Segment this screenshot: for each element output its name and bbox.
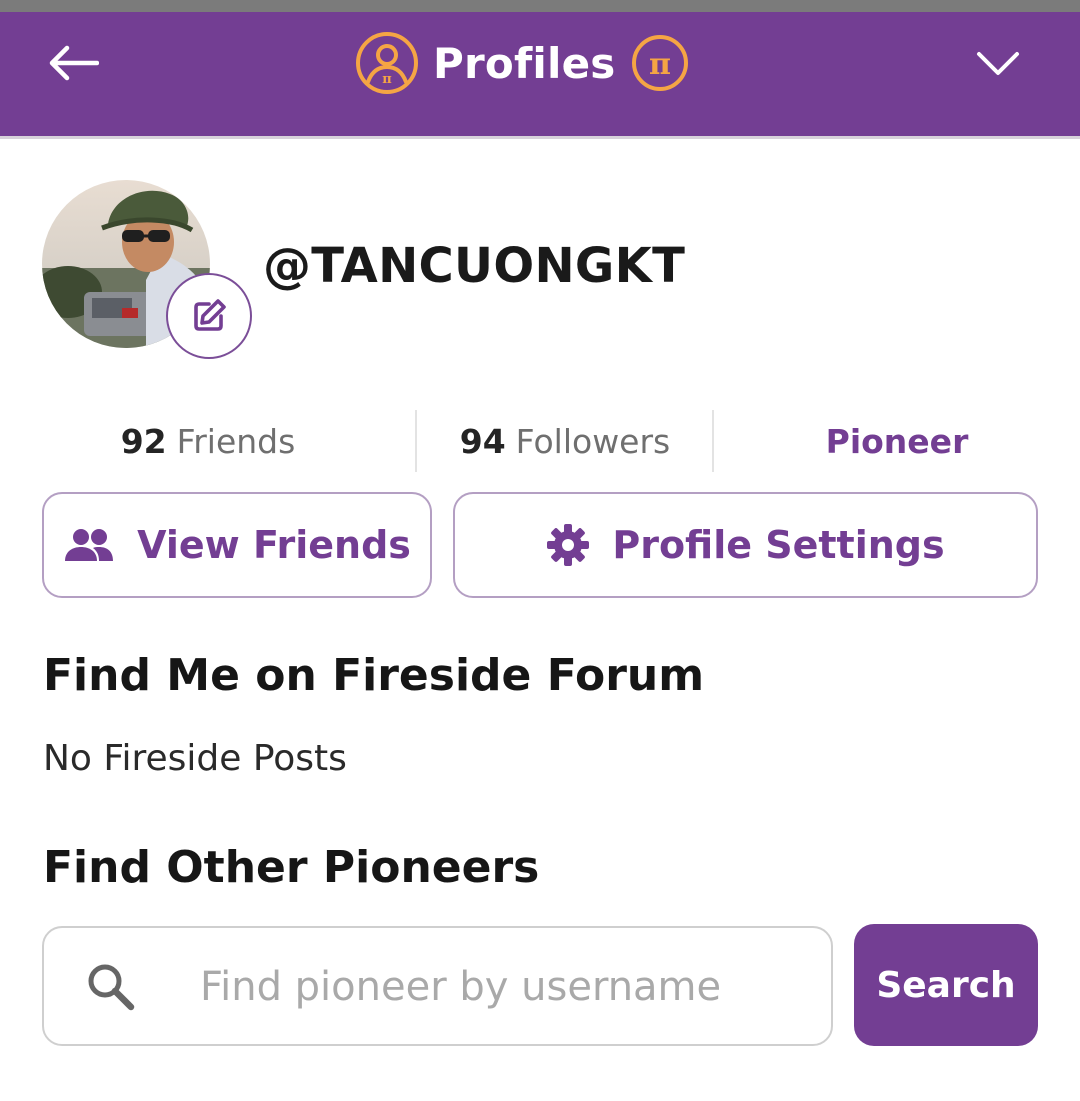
profile-settings-button[interactable]: Profile Settings: [453, 492, 1038, 598]
friends-stat[interactable]: 92 Friends: [60, 410, 356, 472]
fireside-heading: Find Me on Fireside Forum: [43, 650, 705, 701]
search-icon: [82, 958, 140, 1016]
header-title-group: π Profiles π: [355, 26, 690, 100]
back-button[interactable]: [40, 34, 106, 92]
profile-settings-label: Profile Settings: [612, 523, 945, 567]
find-pioneers-heading: Find Other Pioneers: [43, 842, 540, 893]
followers-label: Followers: [515, 421, 671, 461]
header-divider: [0, 136, 1080, 139]
svg-text:π: π: [649, 47, 671, 82]
stat-divider: [712, 410, 714, 472]
friends-count: 92: [120, 421, 167, 461]
page-title: Profiles: [433, 38, 616, 88]
people-icon: [65, 529, 114, 561]
friends-label: Friends: [176, 421, 296, 461]
header-dropdown-button[interactable]: [964, 34, 1032, 92]
gear-icon: [547, 524, 590, 566]
edit-avatar-button[interactable]: [166, 273, 252, 359]
pi-coin-icon: π: [631, 35, 688, 91]
username: @TANCUONGKT: [263, 238, 686, 294]
pi-profile-icon: π: [356, 32, 418, 94]
view-friends-label: View Friends: [137, 523, 411, 567]
status-bar: [0, 0, 1080, 12]
chevron-down-icon: [977, 52, 1019, 75]
search-input[interactable]: [200, 950, 800, 1024]
role-badge: Pioneer: [752, 410, 1042, 472]
followers-count: 94: [459, 421, 506, 461]
search-button[interactable]: Search: [854, 924, 1038, 1046]
svg-text:π: π: [382, 72, 392, 87]
edit-icon: [194, 299, 226, 331]
followers-stat[interactable]: 94 Followers: [418, 410, 712, 472]
role-label: Pioneer: [825, 421, 969, 461]
fireside-empty-text: No Fireside Posts: [43, 738, 347, 779]
view-friends-button[interactable]: View Friends: [42, 492, 432, 598]
arrow-left-icon: [49, 45, 99, 81]
stat-divider: [415, 410, 417, 472]
